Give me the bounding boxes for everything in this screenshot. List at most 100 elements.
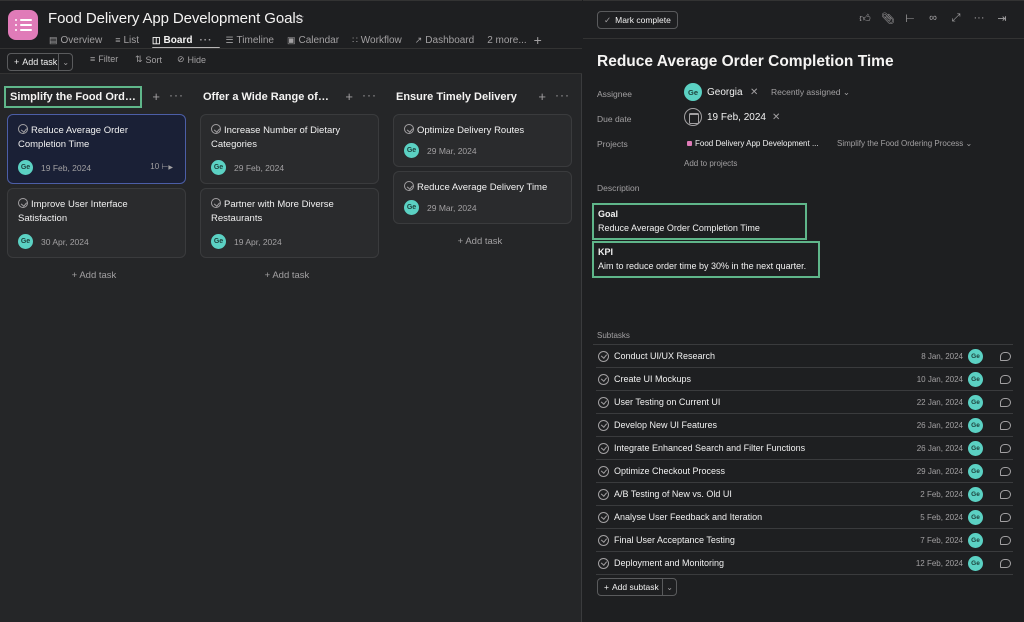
subtask-row[interactable]: Create UI Mockups 10 Jan, 2024 Ge [596, 368, 1013, 391]
plus-icon[interactable]: + [152, 89, 160, 104]
avatar[interactable]: Ge [404, 143, 419, 158]
subtask-due-date[interactable]: 26 Jan, 2024 [917, 444, 963, 453]
comment-icon[interactable] [1000, 466, 1011, 476]
calendar-icon[interactable] [684, 108, 702, 126]
subtask-name[interactable]: Final User Acceptance Testing [614, 535, 735, 545]
subtask-name[interactable]: Analyse User Feedback and Iteration [614, 512, 762, 522]
recently-assigned-dropdown[interactable]: Recently assigned ⌄ [771, 87, 850, 98]
project-link[interactable]: Food Delivery App Development ... [695, 139, 819, 148]
task-card[interactable]: Optimize Delivery Routes Ge 29 Mar, 2024 [393, 114, 572, 167]
add-task-link[interactable]: + Add task [390, 236, 570, 247]
close-icon[interactable]: ✕ [750, 87, 758, 98]
check-circle-icon[interactable] [598, 419, 609, 431]
assignee-name[interactable]: Georgia [707, 87, 743, 98]
subtask-row[interactable]: User Testing on Current UI 22 Jan, 2024 Ge [596, 391, 1013, 414]
task-card[interactable]: Improve User Interface Satisfaction Ge 30… [7, 188, 186, 258]
plus-icon[interactable]: + [538, 89, 546, 104]
tab-more[interactable]: 2 more... [487, 31, 526, 49]
task-card[interactable]: Partner with More Diverse Restaurants Ge… [200, 188, 379, 258]
comment-icon[interactable] [1000, 489, 1011, 499]
subtask-due-date[interactable]: 12 Feb, 2024 [916, 559, 963, 568]
task-title[interactable]: Reduce Average Order Completion Time [597, 53, 894, 71]
subtask-row[interactable]: Integrate Enhanced Search and Filter Fun… [596, 437, 1013, 460]
subtask-row[interactable]: Final User Acceptance Testing 7 Feb, 2024… [596, 529, 1013, 552]
add-tab-button[interactable]: + [534, 31, 542, 49]
project-title[interactable]: Food Delivery App Development Goals [48, 10, 303, 27]
sort-button[interactable]: ⇅ Sort [135, 54, 162, 65]
project-list-icon[interactable] [8, 10, 38, 40]
check-circle-icon[interactable] [598, 557, 609, 569]
tab-dashboard[interactable]: ↗ Dashboard [415, 31, 474, 49]
close-icon[interactable]: ✕ [772, 112, 780, 123]
avatar[interactable]: Ge [18, 160, 33, 175]
subtask-row[interactable]: Deployment and Monitoring 12 Feb, 2024 Ge [596, 552, 1013, 575]
check-circle-icon[interactable] [598, 350, 609, 362]
like-icon[interactable]: 👍︎ [858, 12, 872, 25]
add-to-projects-link[interactable]: Add to projects [684, 159, 737, 168]
chevron-down-icon[interactable]: ⌄ [59, 58, 72, 67]
link-icon[interactable]: ∞ [926, 12, 940, 24]
check-circle-icon[interactable] [18, 124, 28, 134]
subtask-name[interactable]: Develop New UI Features [614, 420, 717, 430]
subtask-row[interactable]: Develop New UI Features 26 Jan, 2024 Ge [596, 414, 1013, 437]
comment-icon[interactable] [1000, 351, 1011, 361]
column-title[interactable]: Offer a Wide Range of Dieta... [197, 86, 335, 108]
subtask-name[interactable]: Optimize Checkout Process [614, 466, 725, 476]
due-date-value[interactable]: 19 Feb, 2024 [707, 112, 766, 123]
subtask-name[interactable]: A/B Testing of New vs. Old UI [614, 489, 732, 499]
subtask-due-date[interactable]: 10 Jan, 2024 [917, 375, 963, 384]
subtask-due-date[interactable]: 29 Jan, 2024 [917, 467, 963, 476]
add-task-link[interactable]: + Add task [4, 270, 184, 281]
add-subtask-button[interactable]: + Add subtask ⌄ [597, 578, 677, 596]
more-icon[interactable]: ··· [972, 12, 986, 24]
add-task-link[interactable]: + Add task [197, 270, 377, 281]
subtask-name[interactable]: Integrate Enhanced Search and Filter Fun… [614, 443, 805, 453]
check-circle-icon[interactable] [404, 181, 414, 191]
subtask-row[interactable]: Analyse User Feedback and Iteration 5 Feb… [596, 506, 1013, 529]
more-icon[interactable]: ··· [555, 88, 570, 102]
section-dropdown[interactable]: Simplify the Food Ordering Process ⌄ [837, 139, 972, 148]
subtask-due-date[interactable]: 5 Feb, 2024 [920, 513, 963, 522]
check-circle-icon[interactable] [598, 511, 609, 523]
avatar[interactable]: Ge [18, 234, 33, 249]
subtask-name[interactable]: Deployment and Monitoring [614, 558, 724, 568]
filter-button[interactable]: ≡ Filter [90, 54, 118, 64]
column-title[interactable]: Ensure Timely Delivery [390, 86, 523, 108]
comment-icon[interactable] [1000, 374, 1011, 384]
subtask-row[interactable]: Optimize Checkout Process 29 Jan, 2024 Ge [596, 460, 1013, 483]
more-icon[interactable]: ··· [199, 35, 212, 46]
comment-icon[interactable] [1000, 397, 1011, 407]
subtask-due-date[interactable]: 26 Jan, 2024 [917, 421, 963, 430]
check-circle-icon[interactable] [211, 198, 221, 208]
task-card[interactable]: Reduce Average Delivery Time Ge 29 Mar, 2… [393, 171, 572, 224]
avatar[interactable]: Ge [211, 160, 226, 175]
attachment-icon[interactable]: 📎︎ [881, 12, 895, 25]
check-circle-icon[interactable] [598, 488, 609, 500]
comment-icon[interactable] [1000, 420, 1011, 430]
avatar[interactable]: Ge [968, 486, 983, 502]
check-circle-icon[interactable] [598, 465, 609, 477]
subtask-due-date[interactable]: 7 Feb, 2024 [920, 536, 963, 545]
kpi-block[interactable]: KPI Aim to reduce order time by 30% in t… [592, 241, 820, 278]
avatar[interactable]: Ge [968, 440, 983, 456]
tab-calendar[interactable]: ▣ Calendar [287, 31, 339, 49]
plus-icon[interactable]: + [345, 89, 353, 104]
avatar[interactable]: Ge [684, 83, 702, 101]
subtask-due-date[interactable]: 2 Feb, 2024 [920, 490, 963, 499]
avatar[interactable]: Ge [968, 371, 983, 387]
star-icon[interactable]: ☆ [294, 11, 305, 25]
task-card[interactable]: Reduce Average Order Completion Time Ge 1… [7, 114, 186, 184]
task-card[interactable]: Increase Number of Dietary Categories Ge… [200, 114, 379, 184]
hide-button[interactable]: ⊘ Hide [177, 54, 206, 65]
check-circle-icon[interactable] [211, 124, 221, 134]
avatar[interactable]: Ge [968, 532, 983, 548]
subtask-icon[interactable]: ⊢ [903, 12, 917, 25]
avatar[interactable]: Ge [968, 348, 983, 364]
avatar[interactable]: Ge [211, 234, 226, 249]
add-subtask-main[interactable]: + Add subtask [598, 579, 664, 595]
check-circle-icon[interactable] [404, 124, 414, 134]
goal-block[interactable]: Goal Reduce Average Order Completion Tim… [592, 203, 807, 240]
expand-icon[interactable]: ⤢ [949, 12, 963, 25]
tab-list[interactable]: ≡ List [115, 31, 139, 49]
tab-timeline[interactable]: ☰ Timeline [225, 31, 274, 49]
